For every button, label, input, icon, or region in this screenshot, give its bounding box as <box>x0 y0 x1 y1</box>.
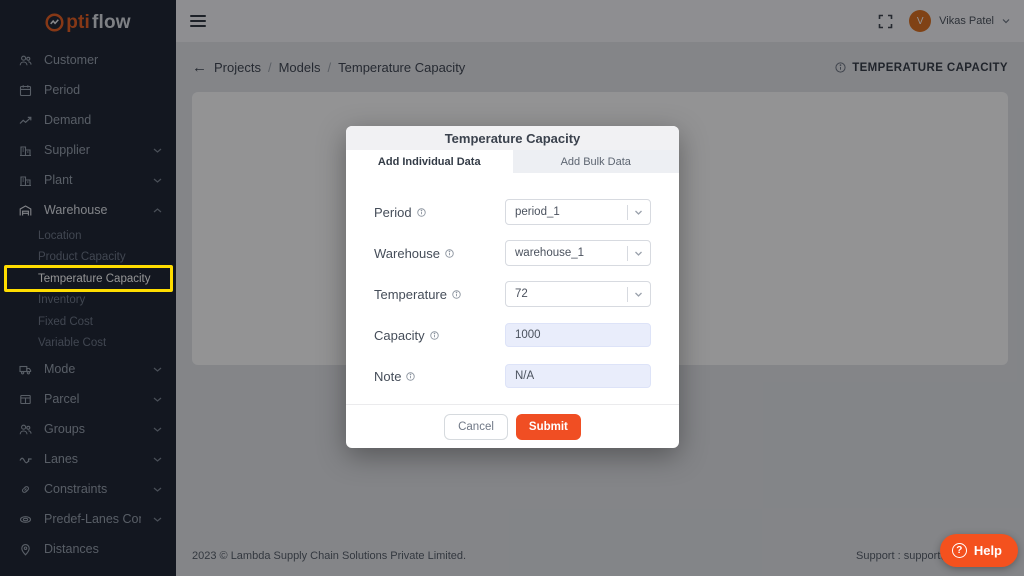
period-field-label: Period <box>374 205 412 220</box>
note-field-row: Note <box>374 363 651 389</box>
cancel-button[interactable]: Cancel <box>444 414 508 440</box>
chevron-down-icon <box>634 249 643 258</box>
period-select-value: period_1 <box>515 206 627 218</box>
tab-add-individual-data[interactable]: Add Individual Data <box>346 150 513 173</box>
temperature-field-row: Temperature 72 <box>374 281 651 307</box>
submit-button[interactable]: Submit <box>516 414 581 440</box>
chevron-down-icon <box>634 290 643 299</box>
question-icon: ? <box>952 543 967 558</box>
temperature-capacity-modal: Temperature Capacity Add Individual Data… <box>346 126 679 448</box>
app-root: ptiflow CustomerPeriodDemandSupplierPlan… <box>0 0 1024 576</box>
info-icon[interactable] <box>452 290 461 299</box>
capacity-input[interactable] <box>505 323 651 347</box>
help-label: Help <box>974 543 1002 558</box>
info-icon[interactable] <box>445 249 454 258</box>
temperature-select[interactable]: 72 <box>505 281 651 307</box>
warehouse-field-label: Warehouse <box>374 246 440 261</box>
modal-body: Period period_1 Warehouse <box>346 173 679 404</box>
info-icon[interactable] <box>430 331 439 340</box>
help-button[interactable]: ? Help <box>940 534 1018 567</box>
info-icon[interactable] <box>406 372 415 381</box>
capacity-field-row: Capacity <box>374 322 651 348</box>
modal-tabs: Add Individual Data Add Bulk Data <box>346 150 679 173</box>
capacity-field-label: Capacity <box>374 328 425 343</box>
info-icon[interactable] <box>417 208 426 217</box>
modal-footer: Cancel Submit <box>346 404 679 448</box>
warehouse-select[interactable]: warehouse_1 <box>505 240 651 266</box>
period-select[interactable]: period_1 <box>505 199 651 225</box>
tab-add-bulk-data[interactable]: Add Bulk Data <box>513 150 680 173</box>
note-input[interactable] <box>505 364 651 388</box>
warehouse-select-value: warehouse_1 <box>515 247 627 259</box>
temperature-select-value: 72 <box>515 288 627 300</box>
chevron-down-icon <box>634 208 643 217</box>
period-field-row: Period period_1 <box>374 199 651 225</box>
note-field-label: Note <box>374 369 401 384</box>
temperature-field-label: Temperature <box>374 287 447 302</box>
modal-title: Temperature Capacity <box>346 126 679 150</box>
warehouse-field-row: Warehouse warehouse_1 <box>374 240 651 266</box>
